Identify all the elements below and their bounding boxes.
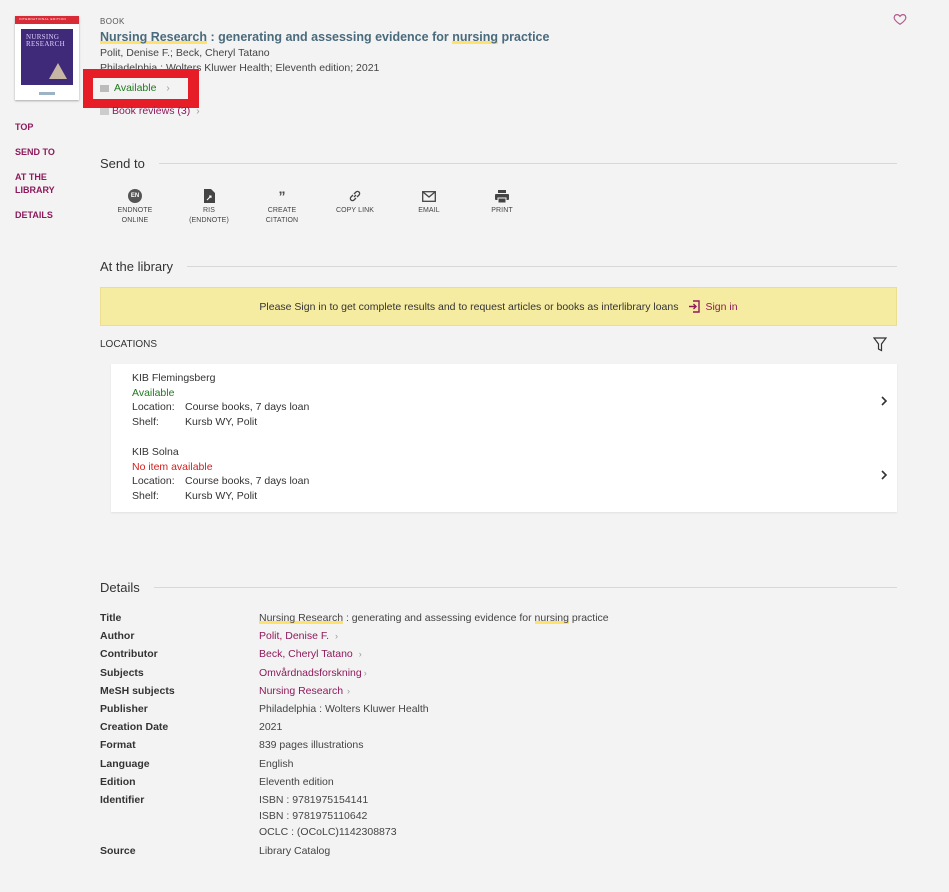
nav-send-to[interactable]: SEND TO: [15, 146, 65, 159]
details-heading: Details: [100, 580, 897, 595]
locations-list: KIB Flemingsberg Available Location: Cour…: [111, 364, 897, 512]
location-status: No item available: [132, 460, 213, 473]
nav-at-the-library[interactable]: AT THE LIBRARY: [15, 171, 65, 197]
shelf-value: Kursb WY, Polit: [185, 416, 258, 429]
chevron-right-icon: ›: [166, 82, 170, 94]
detail-row-mesh: MeSH subjects Nursing Research ›: [100, 682, 897, 700]
shelf-value: Kursb WY, Polit: [185, 490, 258, 503]
detail-row-publisher: Publisher Philadelphia : Wolters Kluwer H…: [100, 703, 429, 716]
send-to-heading: Send to: [100, 156, 897, 171]
availability-link[interactable]: Available ›: [100, 82, 170, 94]
location-item[interactable]: KIB Solna No item available Location: Cou…: [132, 445, 309, 504]
send-copy-link[interactable]: COPY LINK: [320, 188, 390, 216]
endnote-icon: EN: [128, 189, 142, 203]
cover-publisher-logo: [39, 92, 55, 95]
resource-type: BOOK: [100, 17, 125, 26]
book-reviews-link[interactable]: Book reviews (3) ›: [100, 105, 200, 117]
quote-icon: ”: [278, 188, 286, 204]
mail-icon: [422, 190, 436, 202]
chevron-right-icon: ›: [196, 105, 200, 117]
file-icon: [203, 189, 215, 203]
location-name: KIB Solna: [132, 446, 179, 458]
filter-icon[interactable]: [873, 337, 887, 352]
detail-row-language: Language English: [100, 757, 294, 770]
cover-panel: NURSING RESEARCH: [21, 29, 73, 85]
reviews-icon: [100, 107, 109, 115]
detail-row-edition: Edition Eleventh edition: [100, 775, 334, 788]
chevron-right-icon: ›: [363, 667, 367, 678]
detail-row-source: Source Library Catalog: [100, 845, 331, 858]
nav-top[interactable]: TOP: [15, 121, 65, 134]
detail-row-author: Author Polit, Denise F. ›: [100, 627, 897, 645]
chevron-right-icon: ›: [358, 649, 362, 660]
at-library-heading: At the library: [100, 259, 897, 274]
location-value: Course books, 7 days loan: [185, 475, 310, 488]
link-icon: [349, 190, 361, 202]
cover-band: INTERNATIONAL EDITION: [15, 16, 79, 24]
subject-link[interactable]: Omvårdnadsforskning ›: [259, 664, 367, 682]
left-nav: TOP SEND TO AT THE LIBRARY DETAILS: [15, 121, 65, 222]
detail-row-subjects: Subjects Omvårdnadsforskning ›: [100, 664, 897, 682]
chevron-right-icon[interactable]: [879, 395, 889, 407]
send-print[interactable]: PRINT: [467, 188, 537, 216]
location-item[interactable]: KIB Flemingsberg Available Location: Cour…: [132, 371, 309, 430]
book-icon: [100, 84, 109, 92]
location-name: KIB Flemingsberg: [132, 372, 216, 384]
details-table: Title Nursing Research : generating and …: [100, 609, 897, 860]
chevron-right-icon[interactable]: [879, 469, 889, 481]
sign-in-icon: [689, 300, 701, 313]
record-authors: Polit, Denise F.; Beck, Cheryl Tatano: [100, 47, 270, 59]
heart-icon[interactable]: [893, 12, 907, 26]
detail-row-identifier: Identifier ISBN : 9781975154141 ISBN : 9…: [100, 794, 397, 839]
send-email[interactable]: EMAIL: [394, 188, 464, 216]
print-icon: [495, 189, 509, 203]
locations-label: LOCATIONS: [100, 339, 158, 350]
send-ris[interactable]: RIS (ENDNOTE): [174, 188, 244, 226]
send-create-citation[interactable]: ” CREATE CITATION: [247, 188, 317, 226]
contributor-link[interactable]: Beck, Cheryl Tatano ›: [259, 645, 362, 663]
detail-row-format: Format 839 pages illustrations: [100, 739, 364, 752]
nav-details[interactable]: DETAILS: [15, 209, 65, 222]
cover-pyramid: [49, 63, 67, 79]
book-cover[interactable]: INTERNATIONAL EDITION NURSING RESEARCH: [15, 16, 79, 100]
record-title[interactable]: Nursing Research : generating and assess…: [100, 30, 549, 44]
author-link[interactable]: Polit, Denise F. ›: [259, 627, 338, 645]
detail-row-creation-date: Creation Date 2021: [100, 721, 283, 734]
mesh-subject-link[interactable]: Nursing Research ›: [259, 682, 350, 700]
cover-title: NURSING RESEARCH: [26, 33, 65, 48]
chevron-right-icon: ›: [347, 685, 351, 696]
location-status: Available: [132, 386, 175, 399]
sign-in-banner: Please Sign in to get complete results a…: [100, 287, 897, 326]
detail-row-contributor: Contributor Beck, Cheryl Tatano ›: [100, 645, 897, 663]
detail-row-title: Title Nursing Research : generating and …: [100, 612, 609, 624]
chevron-right-icon: ›: [335, 631, 339, 642]
sign-in-link[interactable]: Sign in: [688, 300, 738, 313]
location-value: Course books, 7 days loan: [185, 401, 310, 414]
send-endnote-online[interactable]: EN ENDNOTE ONLINE: [100, 188, 170, 226]
